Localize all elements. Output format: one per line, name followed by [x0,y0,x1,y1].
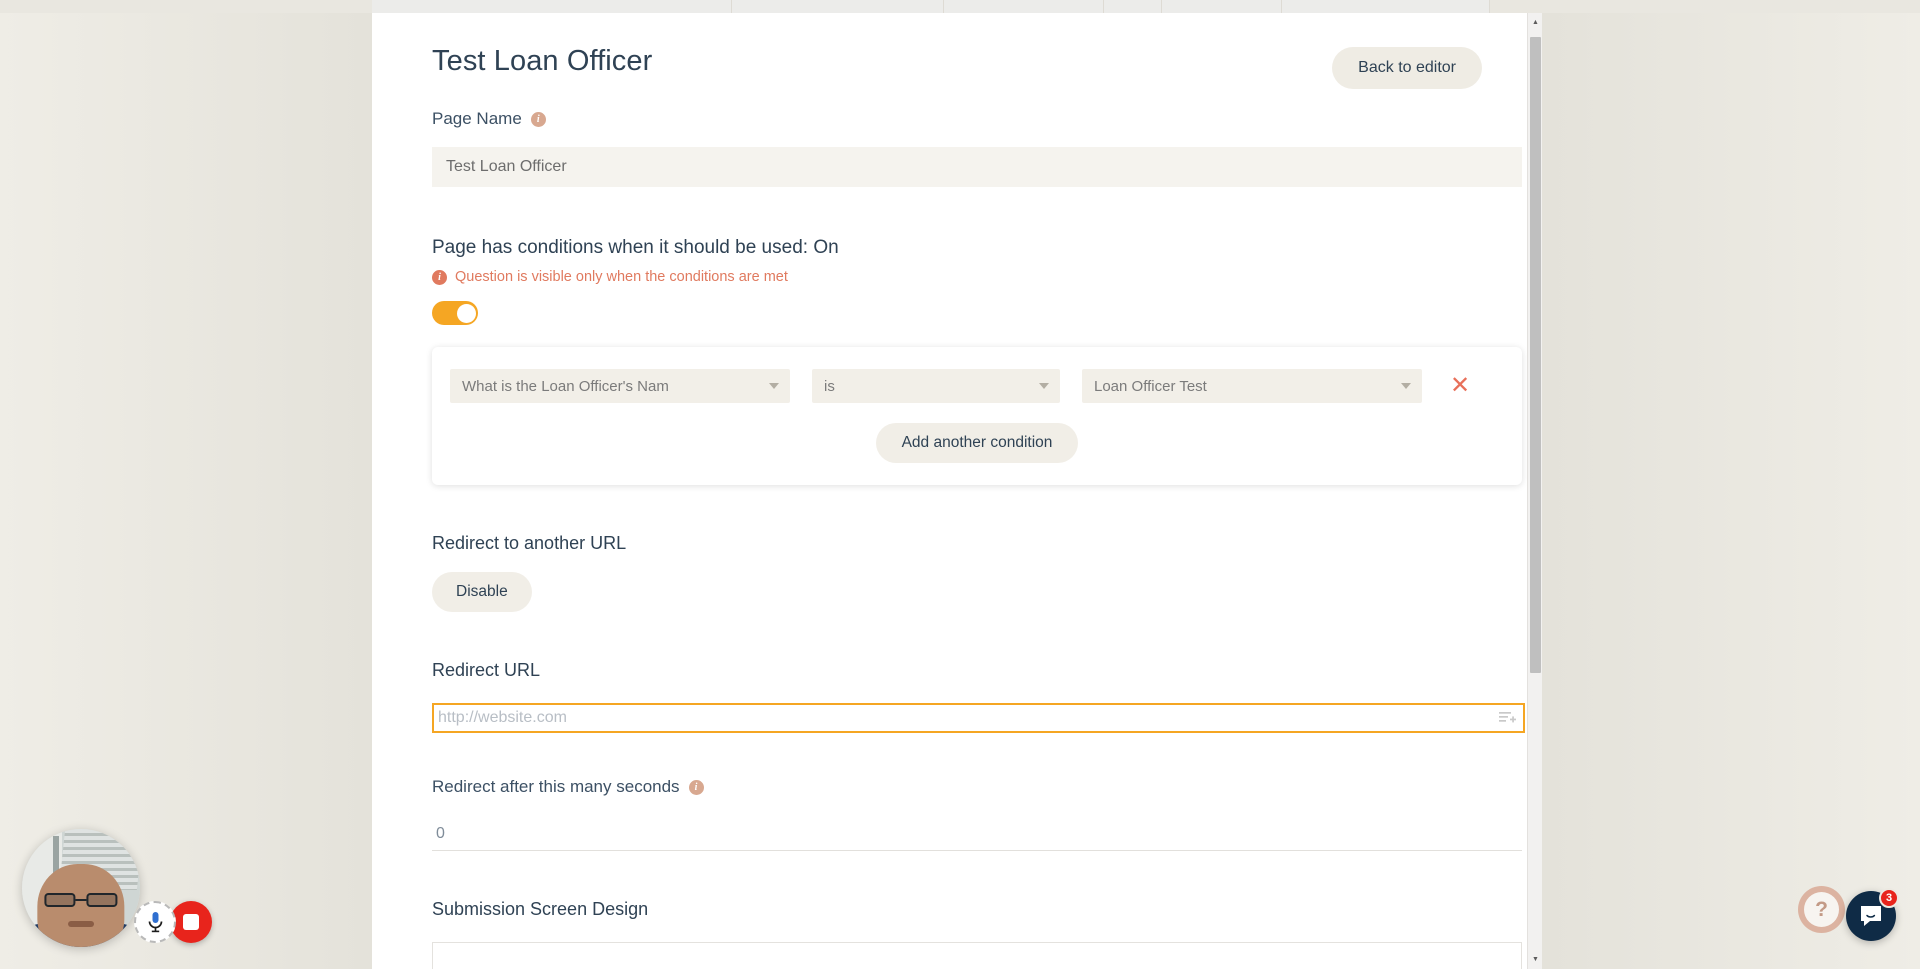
condition-field-value: What is the Loan Officer's Nam [462,377,669,395]
page-name-label-text: Page Name [432,109,522,128]
webcam-preview[interactable] [22,829,140,947]
redirect-url-wrap [432,703,1525,733]
scrollbar-thumb[interactable] [1530,37,1541,673]
condition-operator-value: is [824,377,835,395]
conditions-warning-text: Question is visible only when the condit… [455,269,788,285]
redirect-disable-button[interactable]: Disable [432,572,532,612]
settings-panel: Test Loan Officer Back to editor Page Na… [372,13,1542,969]
question-mark-icon: ? [1804,892,1839,927]
chevron-down-icon [769,383,779,389]
scroll-down-arrow-icon[interactable]: ▼ [1528,952,1543,967]
panel-scrollbar[interactable]: ▲ ▼ [1527,13,1542,969]
stop-recording-icon [183,914,199,930]
scroll-up-arrow-icon[interactable]: ▲ [1528,15,1543,30]
submission-preview: Submission Successful Thanks! We have re… [432,942,1522,969]
page-name-input[interactable] [432,147,1522,187]
browser-tab[interactable] [1162,0,1282,13]
redirect-url-input[interactable] [432,703,1525,733]
chat-unread-badge: 3 [1879,888,1899,908]
browser-tab[interactable] [944,0,1104,13]
condition-field-select[interactable]: What is the Loan Officer's Nam [450,369,790,403]
help-button[interactable]: ? [1798,886,1845,933]
page-name-field-wrap [432,147,1522,187]
app-root: Test Loan Officer Back to editor Page Na… [0,0,1920,969]
redirect-section-label: Redirect to another URL [432,533,627,553]
submission-section-label: Submission Screen Design [432,899,649,919]
redirect-seconds-label-text: Redirect after this many seconds [432,777,680,796]
screen-recorder-widget [22,822,312,947]
conditions-toggle[interactable] [432,301,478,325]
info-icon[interactable]: i [530,111,546,127]
redirect-seconds-label: Redirect after this many seconds i [432,777,1482,797]
page-title: Test Loan Officer [432,45,653,77]
redirect-seconds-input[interactable] [432,817,1522,851]
conditions-heading: Page has conditions when it should be us… [432,237,839,258]
insert-field-icon[interactable] [1499,711,1516,725]
condition-value-select[interactable]: Loan Officer Test [1082,369,1422,403]
chat-bubble-icon [1861,906,1881,926]
panel-header: Test Loan Officer Back to editor [432,13,1482,89]
condition-operator-select[interactable]: is [812,369,1060,403]
condition-value-text: Loan Officer Test [1094,377,1207,395]
chevron-down-icon [1039,383,1049,389]
webcam-person-glasses [44,892,118,907]
add-another-condition-button[interactable]: Add another condition [875,423,1079,463]
browser-tab[interactable] [1282,0,1490,13]
toggle-knob [456,303,476,323]
browser-tab-strip [0,0,1920,13]
back-to-editor-button[interactable]: Back to editor [1332,47,1482,89]
browser-tab[interactable] [1104,0,1162,13]
webcam-person-mouth [68,921,94,927]
redirect-seconds-wrap [432,817,1522,851]
chat-launcher-button[interactable]: 3 [1846,888,1899,941]
browser-tab[interactable] [372,0,732,13]
stop-recording-button[interactable] [170,901,212,943]
chevron-down-icon [1401,383,1411,389]
warning-info-icon: i [432,269,447,285]
redirect-url-label: Redirect URL [432,660,541,680]
add-condition-wrap: Add another condition [450,423,1504,463]
page-name-label: Page Name i [432,109,1482,129]
condition-row: What is the Loan Officer's Nam is Loan O… [450,369,1504,403]
browser-tab[interactable] [732,0,944,13]
conditions-card: What is the Loan Officer's Nam is Loan O… [432,347,1522,485]
delete-condition-icon[interactable]: ✕ [1450,374,1470,398]
info-icon[interactable]: i [688,779,704,795]
microphone-button[interactable] [134,901,176,943]
page-gutter-right [1542,0,1920,969]
conditions-warning: i Question is visible only when the cond… [432,269,1482,285]
recorder-controls [134,901,212,943]
microphone-icon [148,912,162,933]
